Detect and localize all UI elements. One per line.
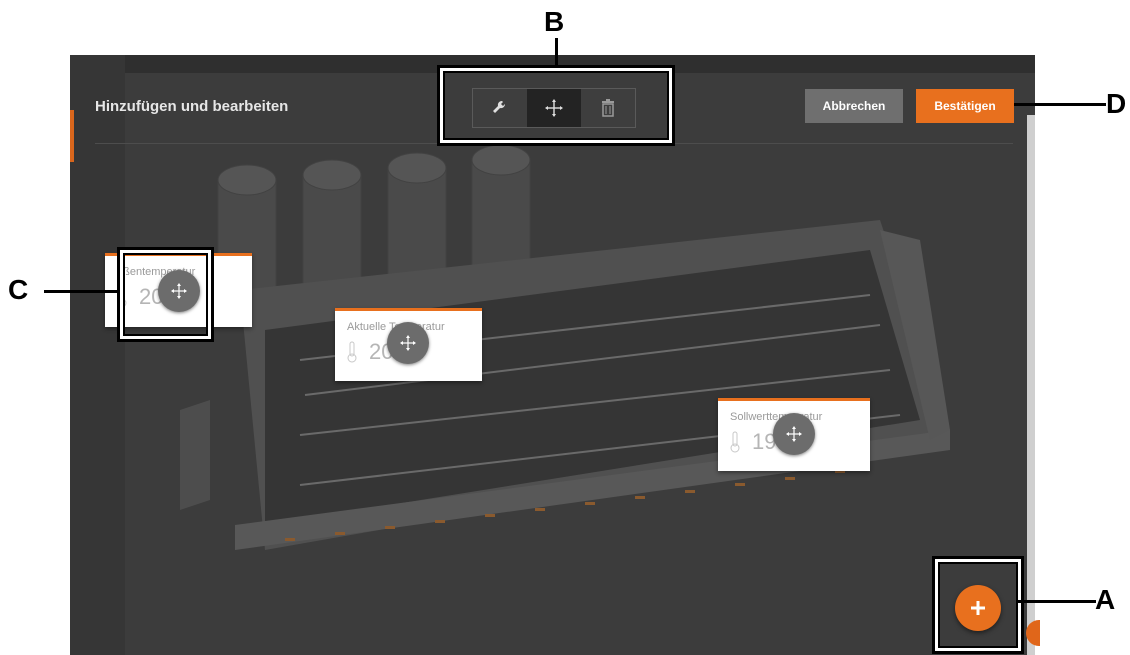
callout-letter-d: D [1106,88,1127,119]
window-right-edge [1027,115,1035,655]
move-icon [400,335,416,351]
callout-line-b [555,38,558,66]
callout-line-d [1014,103,1106,106]
confirm-button[interactable]: Bestätigen [916,89,1014,123]
move-icon [786,426,802,442]
cancel-button[interactable]: Abbrechen [805,89,903,123]
callout-box-a [932,556,1024,654]
callout-box-b [437,65,675,146]
callout-letter-b: B [544,6,565,37]
widget-move-handle[interactable] [773,413,815,455]
machine-3d-view [180,144,950,550]
callout-box-c [117,247,214,342]
page-title: Hinzufügen und bearbeiten [95,98,289,115]
thermometer-icon [730,431,740,453]
callout-letter-c: C [8,274,29,305]
widget-move-handle[interactable] [387,322,429,364]
callout-letter-a: A [1095,584,1116,615]
callout-line-c [44,290,118,293]
callout-line-a [1018,600,1096,603]
thermometer-icon [347,341,357,363]
